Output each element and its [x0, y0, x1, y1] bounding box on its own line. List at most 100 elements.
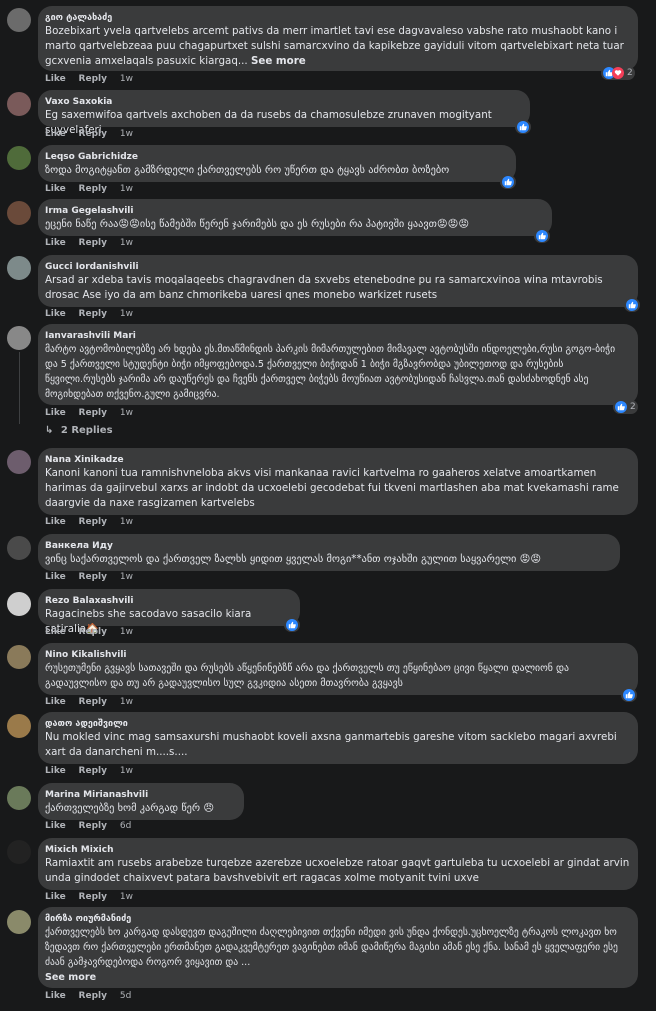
reply-button[interactable]: Reply [79, 408, 107, 418]
reaction-count[interactable] [624, 298, 640, 312]
comment-text: ეცენი ნაწე რაა😡😡ისე წამებში წერენ ჯარიმე… [45, 218, 470, 230]
comment-author[interactable]: Marina Mirianashvili [45, 789, 236, 801]
comment-author[interactable]: Rezo Balaxashvili [45, 595, 292, 607]
like-button[interactable]: Like [45, 892, 66, 902]
avatar[interactable] [7, 146, 31, 170]
reaction-count[interactable] [534, 229, 550, 243]
comment-text: Bozebixart yvela qartvelebs arcemt pativ… [45, 25, 624, 67]
avatar[interactable] [7, 450, 31, 474]
timestamp[interactable]: 1w [120, 572, 133, 582]
reply-button[interactable]: Reply [79, 766, 107, 776]
avatar[interactable] [7, 910, 31, 934]
see-more-link[interactable]: See more [45, 972, 96, 983]
reaction-count[interactable] [500, 175, 516, 189]
comment-author[interactable]: Irma Gegelashvili [45, 205, 544, 217]
comment-author[interactable]: Ianvarashvili Mari [45, 330, 630, 342]
avatar[interactable] [7, 536, 31, 560]
see-more-link[interactable]: See more [251, 55, 306, 67]
comment-author[interactable]: გიო ტალახაძე [45, 12, 630, 24]
comment-actions: Like Reply 1w [45, 184, 143, 194]
reaction-count[interactable]: 2 [601, 66, 635, 80]
avatar[interactable] [7, 201, 31, 225]
comment-bubble: Irma Gegelashvili ეცენი ნაწე რაა😡😡ისე წა… [38, 199, 552, 236]
like-button[interactable]: Like [45, 627, 66, 637]
comment-text: ზოდა მოგიტყანთ გამზრდელი ქართველებს რო უ… [45, 164, 450, 176]
avatar[interactable] [7, 326, 31, 350]
comment-actions: Like Reply 1w [45, 238, 143, 248]
like-button[interactable]: Like [45, 572, 66, 582]
avatar[interactable] [7, 92, 31, 116]
comment-bubble: Marina Mirianashvili ქართველებზე ხომ კარ… [38, 783, 244, 820]
avatar[interactable] [7, 786, 31, 810]
reply-button[interactable]: Reply [79, 991, 107, 1001]
avatar[interactable] [7, 840, 31, 864]
like-button[interactable]: Like [45, 821, 66, 831]
comment-author[interactable]: Nino Kikalishvili [45, 649, 630, 661]
like-button[interactable]: Like [45, 408, 66, 418]
comment-author[interactable]: Ванкела Иду [45, 540, 612, 552]
reaction-count[interactable] [515, 120, 531, 134]
reply-button[interactable]: Reply [79, 821, 107, 831]
comment-actions: Like Reply 5d [45, 991, 141, 1001]
comment-actions: Like Reply 1w [45, 892, 143, 902]
reply-button[interactable]: Reply [79, 184, 107, 194]
comment-actions: Like Reply 1w [45, 627, 143, 637]
like-button[interactable]: Like [45, 238, 66, 248]
avatar[interactable] [7, 645, 31, 669]
reaction-count[interactable]: 2 [613, 400, 638, 414]
reply-button[interactable]: Reply [79, 572, 107, 582]
like-button[interactable]: Like [45, 697, 66, 707]
timestamp[interactable]: 1w [120, 627, 133, 637]
comment-actions: Like Reply 1w [45, 697, 143, 707]
timestamp[interactable]: 6d [120, 821, 131, 831]
reply-button[interactable]: Reply [79, 697, 107, 707]
reply-button[interactable]: Reply [79, 517, 107, 527]
reply-button[interactable]: Reply [79, 627, 107, 637]
like-button[interactable]: Like [45, 517, 66, 527]
reaction-count[interactable] [621, 688, 637, 702]
like-button[interactable]: Like [45, 74, 66, 84]
reply-button[interactable]: Reply [79, 74, 107, 84]
timestamp[interactable]: 1w [120, 892, 133, 902]
avatar[interactable] [7, 256, 31, 280]
comment-bubble: გიო ტალახაძე Bozebixart yvela qartvelebs… [38, 6, 638, 71]
timestamp[interactable]: 1w [120, 766, 133, 776]
timestamp[interactable]: 1w [120, 184, 133, 194]
comment-text: Nu mokled vinc mag samsaxurshi mushaobt … [45, 731, 617, 758]
timestamp[interactable]: 1w [120, 517, 133, 527]
like-button[interactable]: Like [45, 184, 66, 194]
comment-author[interactable]: მირზა ოიურმანიძე [45, 913, 630, 925]
comment-text: ქართველებზე ხომ კარგად წერ 😠 [45, 802, 215, 814]
timestamp[interactable]: 1w [120, 408, 133, 418]
timestamp[interactable]: 5d [120, 991, 131, 1001]
reply-button[interactable]: Reply [79, 238, 107, 248]
comment-author[interactable]: Mixich Mixich [45, 844, 630, 856]
timestamp[interactable]: 1w [120, 129, 133, 139]
comment-author[interactable]: Vaxo Saxokia [45, 96, 522, 108]
comment-author[interactable]: Gucci Iordanishvili [45, 261, 630, 273]
like-reaction-icon [502, 176, 514, 188]
reply-button[interactable]: Reply [79, 892, 107, 902]
timestamp[interactable]: 1w [120, 74, 133, 84]
avatar[interactable] [7, 714, 31, 738]
like-reaction-icon [615, 401, 627, 413]
timestamp[interactable]: 1w [120, 697, 133, 707]
avatar[interactable] [7, 592, 31, 616]
view-replies-link[interactable]: ↳ 2 Replies [45, 425, 113, 436]
reply-button[interactable]: Reply [79, 129, 107, 139]
reaction-count[interactable] [284, 618, 300, 632]
avatar[interactable] [7, 8, 31, 32]
timestamp[interactable]: 1w [120, 309, 133, 319]
timestamp[interactable]: 1w [120, 238, 133, 248]
like-button[interactable]: Like [45, 991, 66, 1001]
like-button[interactable]: Like [45, 766, 66, 776]
comment-author[interactable]: დათო ადეიშვილი [45, 718, 630, 730]
comment-author[interactable]: Nana Xinikadze [45, 454, 630, 466]
like-button[interactable]: Like [45, 309, 66, 319]
comment-author[interactable]: Leqso Gabrichidze [45, 151, 508, 163]
reply-button[interactable]: Reply [79, 309, 107, 319]
like-button[interactable]: Like [45, 129, 66, 139]
comment-bubble: დათო ადეიშვილი Nu mokled vinc mag samsax… [38, 712, 638, 764]
like-reaction-icon [536, 230, 548, 242]
comment-text: ვინც საქართველოს და ქართველ ზალხს ყიდით … [45, 553, 542, 565]
